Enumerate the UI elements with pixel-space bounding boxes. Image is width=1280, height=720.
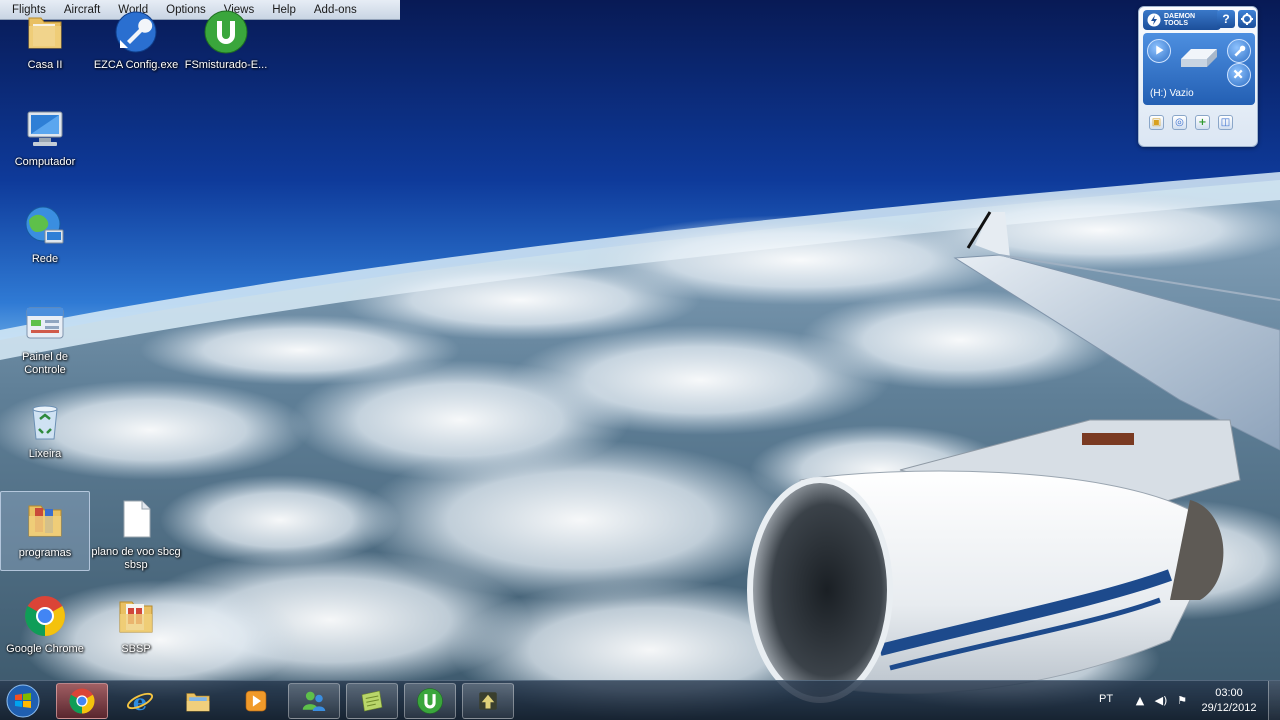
desktop-icon-google-chrome[interactable]: Google Chrome bbox=[0, 588, 90, 668]
desktop-icon-painel-de-controle[interactable]: Painel de Controle bbox=[0, 296, 90, 376]
network-icon bbox=[21, 202, 69, 250]
computer-icon bbox=[21, 105, 69, 153]
desktop-icon-label: FSmisturado-E... bbox=[184, 59, 268, 71]
daemon-toolbar: ▣ ◎ + ◫ bbox=[1149, 115, 1233, 130]
taskbar-utorrent[interactable] bbox=[404, 683, 456, 719]
taskbar-notes[interactable] bbox=[346, 683, 398, 719]
folder-icon bbox=[21, 8, 69, 56]
plus-icon: + bbox=[1198, 117, 1207, 128]
tools-button[interactable] bbox=[1227, 39, 1251, 63]
taskbar-explorer[interactable] bbox=[172, 683, 224, 719]
explorer-folder-icon bbox=[186, 693, 210, 712]
desktop-icon-label: Google Chrome bbox=[6, 643, 84, 655]
windows-logo-icon bbox=[6, 684, 40, 718]
disc-icon: ◎ bbox=[1175, 117, 1184, 128]
folder-icon bbox=[112, 592, 160, 640]
settings-button[interactable] bbox=[1238, 10, 1256, 28]
chrome-icon bbox=[69, 688, 95, 714]
desktop-icon-ezca-config[interactable]: EZCA Config.exe bbox=[91, 4, 181, 84]
flight-sim-icon bbox=[479, 692, 497, 710]
daemon-brand-line2: TOOLS bbox=[1164, 20, 1188, 27]
taskbar-internet-explorer[interactable]: e bbox=[114, 683, 166, 719]
desktop-icon-casa-ii[interactable]: Casa II bbox=[0, 4, 90, 84]
volume-button[interactable]: ◀) bbox=[1154, 694, 1168, 708]
chevron-up-icon: ▲ bbox=[1135, 694, 1145, 707]
unmount-button[interactable] bbox=[1227, 63, 1251, 87]
system-tray: PT ▲ ◀) ⚑ 03:00 29/12/2012 bbox=[1080, 681, 1280, 720]
speaker-icon: ◀) bbox=[1154, 694, 1168, 707]
control-panel-icon bbox=[21, 300, 69, 348]
desktop-icon-lixeira[interactable]: Lixeira bbox=[0, 393, 90, 473]
desktop-icon-programas[interactable]: programas bbox=[0, 491, 90, 571]
desktop-icon-label: plano de voo sbcg sbsp bbox=[91, 546, 181, 571]
clock-time: 03:00 bbox=[1215, 687, 1243, 699]
desktop-icon-label: Casa II bbox=[27, 59, 63, 71]
lightning-icon bbox=[1147, 13, 1161, 27]
virtual-drive-panel: (H:) Vazio bbox=[1143, 33, 1255, 105]
gear-icon bbox=[1241, 13, 1253, 25]
show-desktop-button[interactable] bbox=[1268, 681, 1280, 720]
utorrent-icon bbox=[202, 8, 250, 56]
notes-icon bbox=[361, 690, 383, 712]
clock-date: 29/12/2012 bbox=[1201, 702, 1257, 714]
flag-icon: ⚑ bbox=[1177, 694, 1187, 707]
drive-status-label: (H:) Vazio bbox=[1150, 88, 1194, 99]
recycle-bin-icon bbox=[21, 397, 69, 445]
taskbar-network-users[interactable] bbox=[288, 683, 340, 719]
lock-icon: ▣ bbox=[1151, 117, 1162, 128]
taskbar-flight-sim[interactable] bbox=[462, 683, 514, 719]
drive-icon bbox=[1181, 49, 1217, 67]
clock[interactable]: 03:00 29/12/2012 bbox=[1194, 686, 1264, 716]
play-icon bbox=[1156, 45, 1164, 55]
menu-add-ons[interactable]: Add-ons bbox=[306, 0, 367, 20]
daemon-tools-gadget: DAEMON TOOLS ? (H:) Vazio ▣ ◎ + ◫ bbox=[1138, 6, 1258, 147]
desktop-icon-fsmisturado[interactable]: FSmisturado-E... bbox=[181, 4, 271, 84]
daemon-brand-line1: DAEMON bbox=[1164, 13, 1196, 20]
desktop-icon-plano-de-voo[interactable]: plano de voo sbcg sbsp bbox=[91, 491, 181, 571]
desktop-icon-label: EZCA Config.exe bbox=[93, 59, 179, 71]
taskbar-media-player[interactable] bbox=[230, 683, 282, 719]
wrench-icon bbox=[1234, 45, 1246, 57]
media-player-icon bbox=[245, 690, 267, 712]
network-users-icon bbox=[302, 691, 326, 711]
catalog-button[interactable]: ◫ bbox=[1218, 115, 1233, 130]
desktop-icon-label: Rede bbox=[31, 253, 59, 265]
language-indicator[interactable]: PT bbox=[1099, 693, 1113, 705]
desktop-icon-label: programas bbox=[18, 547, 72, 559]
desktop-icon-label: Lixeira bbox=[28, 448, 62, 460]
chrome-icon bbox=[21, 592, 69, 640]
desktop-icon-label: SBSP bbox=[121, 643, 151, 655]
desktop-icon-label: Painel de Controle bbox=[22, 351, 68, 376]
show-hidden-icons-button[interactable]: ▲ bbox=[1133, 694, 1147, 708]
add-drive-button[interactable]: + bbox=[1195, 115, 1210, 130]
document-icon bbox=[112, 495, 160, 543]
close-icon bbox=[1233, 69, 1243, 79]
desktop-icon-rede[interactable]: Rede bbox=[0, 198, 90, 278]
help-button[interactable]: ? bbox=[1217, 10, 1235, 28]
lock-button[interactable]: ▣ bbox=[1149, 115, 1164, 130]
taskbar: e PT ▲ ◀) ⚑ 03:00 29/12/2012 bbox=[0, 680, 1280, 720]
start-button[interactable] bbox=[4, 683, 42, 719]
wrench-icon bbox=[112, 8, 160, 56]
taskbar-chrome[interactable] bbox=[56, 683, 108, 719]
action-center-button[interactable]: ⚑ bbox=[1175, 694, 1189, 708]
play-button[interactable] bbox=[1147, 39, 1171, 63]
internet-explorer-icon: e bbox=[126, 690, 154, 716]
folder-icon bbox=[21, 496, 69, 544]
desktop-icon-label: Computador bbox=[14, 156, 76, 168]
utorrent-icon bbox=[417, 688, 443, 714]
daemon-tools-logo: DAEMON TOOLS bbox=[1143, 10, 1221, 30]
mount-image-button[interactable]: ◎ bbox=[1172, 115, 1187, 130]
desktop-icon-computador[interactable]: Computador bbox=[0, 101, 90, 181]
catalog-icon: ◫ bbox=[1220, 117, 1231, 128]
desktop-wallpaper bbox=[0, 0, 1280, 720]
desktop-icon-sbsp[interactable]: SBSP bbox=[91, 588, 181, 668]
